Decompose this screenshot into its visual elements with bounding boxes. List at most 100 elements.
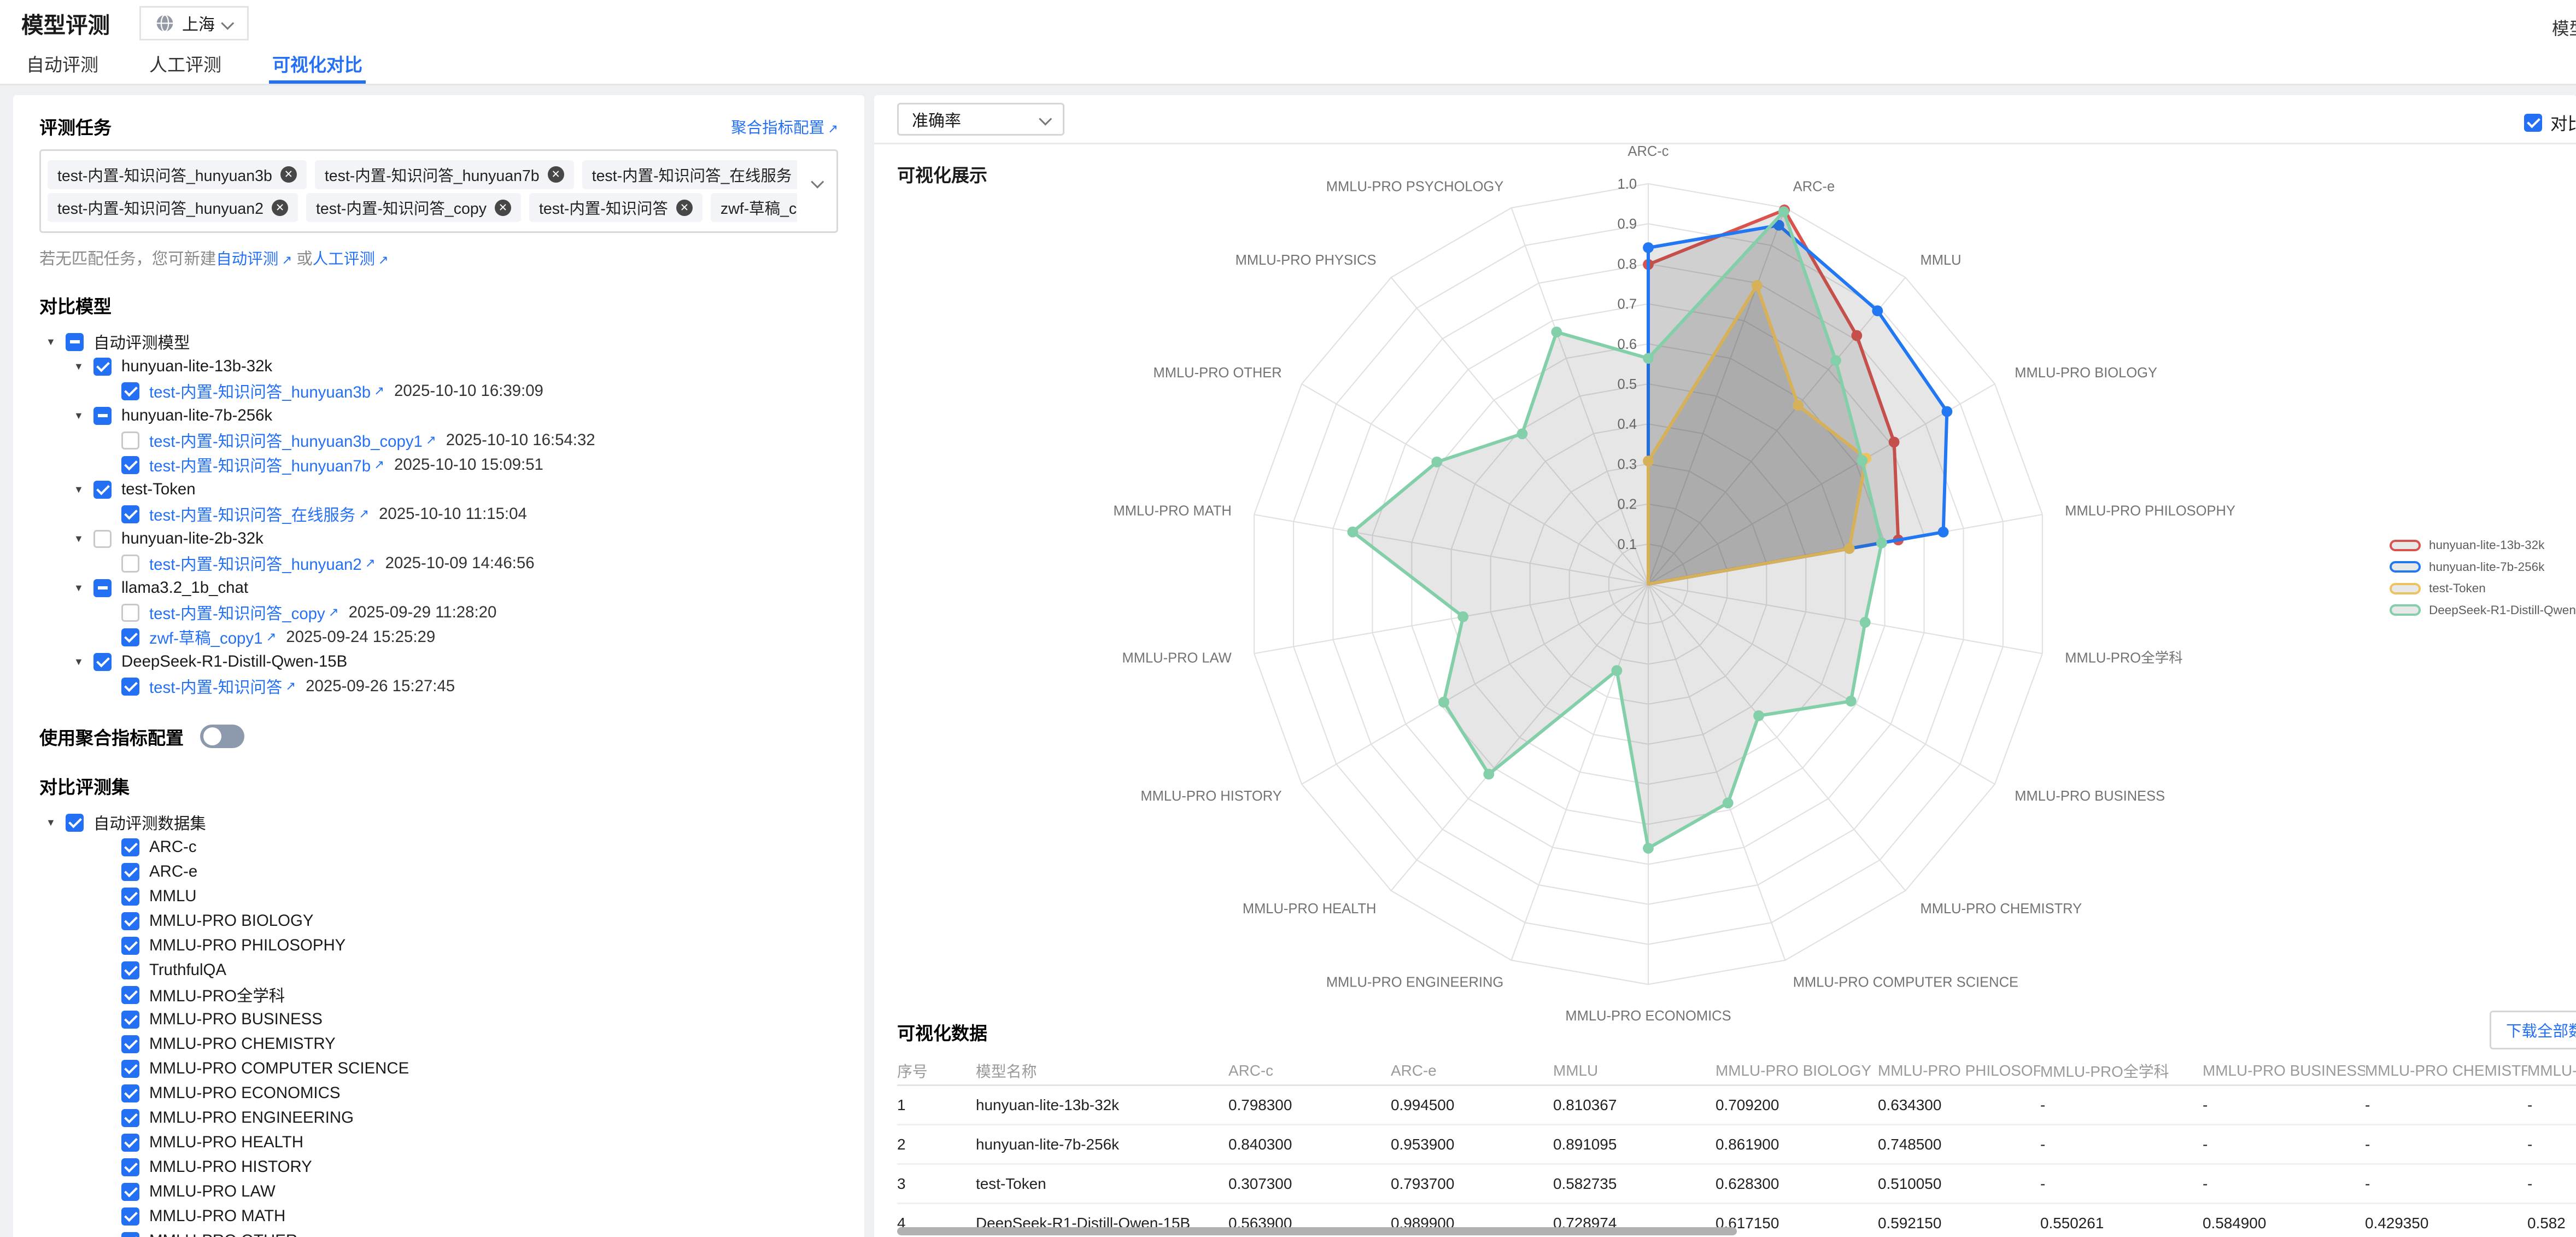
- tree-checkbox[interactable]: [121, 456, 139, 474]
- tree-checkbox[interactable]: [121, 937, 139, 955]
- tree-checkbox[interactable]: [121, 912, 139, 930]
- tree-label: MMLU-PRO HEALTH: [149, 1133, 303, 1152]
- task-tag[interactable]: test-内置-知识问答_在线服务✕: [582, 160, 797, 189]
- caret-down-icon[interactable]: ▼: [46, 817, 66, 828]
- task-link[interactable]: test-内置-知识问答_hunyuan3b: [149, 380, 371, 402]
- aggregate-toggle[interactable]: [200, 725, 244, 749]
- aggregate-config-link[interactable]: 聚合指标配置↗: [731, 115, 838, 138]
- new-auto-eval-link[interactable]: 自动评测↗: [216, 250, 292, 268]
- tree-checkbox[interactable]: [121, 1109, 139, 1127]
- chevron-down-icon: [811, 176, 823, 188]
- caret-down-icon[interactable]: ▼: [74, 656, 93, 668]
- task-tag[interactable]: test-内置-知识问答_copy✕: [306, 193, 521, 222]
- tree-label: DeepSeek-R1-Distill-Qwen-15B: [121, 652, 347, 671]
- caret-down-icon[interactable]: ▼: [74, 484, 93, 495]
- tree-checkbox[interactable]: [121, 1134, 139, 1152]
- tree-checkbox[interactable]: [93, 407, 112, 425]
- tree-checkbox[interactable]: [93, 579, 112, 597]
- tree-checkbox[interactable]: [121, 1158, 139, 1176]
- task-link[interactable]: test-内置-知识问答_copy: [149, 601, 325, 624]
- tree-checkbox[interactable]: [121, 1232, 139, 1237]
- region-selector[interactable]: 上海: [139, 6, 249, 40]
- legend-item[interactable]: DeepSeek-R1-Distill-Qwen-15B: [2390, 603, 2576, 617]
- tree-checkbox[interactable]: [121, 431, 139, 450]
- task-tag[interactable]: test-内置-知识问答_hunyuan3b✕: [48, 160, 307, 189]
- tree-checkbox[interactable]: [121, 888, 139, 906]
- task-tag[interactable]: test-内置-知识问答✕: [529, 193, 702, 222]
- task-link[interactable]: test-内置-知识问答_hunyuan7b: [149, 453, 371, 476]
- table-cell: 0.798300: [1228, 1096, 1391, 1114]
- remove-tag-icon[interactable]: ✕: [548, 166, 564, 183]
- tree-checkbox[interactable]: [121, 1084, 139, 1102]
- task-tag[interactable]: test-内置-知识问答_hunyuan2✕: [48, 193, 298, 222]
- tree-checkbox[interactable]: [121, 1207, 139, 1226]
- task-link[interactable]: test-内置-知识问答_在线服务: [149, 503, 355, 526]
- svg-text:MMLU-PRO PHYSICS: MMLU-PRO PHYSICS: [1236, 253, 1377, 268]
- tree-checkbox[interactable]: [121, 678, 139, 696]
- table-cell: 模型名称: [976, 1060, 1228, 1082]
- table-cell: 1: [897, 1096, 976, 1114]
- legend-item[interactable]: hunyuan-lite-7b-256k: [2390, 560, 2576, 574]
- tree-checkbox[interactable]: [93, 530, 112, 548]
- tree-checkbox[interactable]: [121, 382, 139, 400]
- tree-checkbox[interactable]: [121, 838, 139, 856]
- remove-tag-icon[interactable]: ✕: [272, 200, 288, 216]
- tree-label: MMLU: [149, 887, 197, 906]
- legend-item[interactable]: test-Token: [2390, 581, 2576, 596]
- header-right-link[interactable]: 模型: [2552, 15, 2576, 40]
- remove-tag-icon[interactable]: ✕: [676, 200, 693, 216]
- table-cell: hunyuan-lite-7b-256k: [976, 1136, 1228, 1153]
- tree-checkbox[interactable]: [121, 1011, 139, 1029]
- data-point: [1457, 611, 1468, 622]
- remove-tag-icon[interactable]: ✕: [495, 200, 511, 216]
- caret-down-icon[interactable]: ▼: [74, 582, 93, 594]
- tree-checkbox[interactable]: [121, 961, 139, 979]
- task-tag[interactable]: test-内置-知识问答_hunyuan7b✕: [315, 160, 574, 189]
- task-link[interactable]: test-内置-知识问答_hunyuan2: [149, 552, 362, 575]
- tree-row: MMLU-PRO COMPUTER SCIENCE: [39, 1057, 838, 1081]
- tree-checkbox[interactable]: [121, 863, 139, 881]
- tree-checkbox[interactable]: [121, 1035, 139, 1053]
- task-link[interactable]: test-内置-知识问答: [149, 675, 282, 698]
- tab-可视化对比[interactable]: 可视化对比: [269, 46, 366, 84]
- tree-checkbox[interactable]: [66, 333, 84, 351]
- task-link[interactable]: test-内置-知识问答_hunyuan3b_copy1: [149, 429, 423, 452]
- tree-checkbox[interactable]: [121, 986, 139, 1004]
- tree-checkbox[interactable]: [121, 505, 139, 523]
- data-point: [1938, 527, 1949, 538]
- caret-down-icon[interactable]: ▼: [74, 361, 93, 372]
- task-multiselect[interactable]: test-内置-知识问答_hunyuan3b✕ test-内置-知识问答_huny…: [39, 149, 838, 233]
- task-link[interactable]: zwf-草稿_copy1: [149, 626, 262, 649]
- task-timestamp: 2025-10-09 14:46:56: [385, 554, 535, 573]
- task-tag[interactable]: zwf-草稿_copy1✕: [711, 193, 797, 222]
- tab-人工评测[interactable]: 人工评测: [146, 46, 225, 84]
- tree-checkbox[interactable]: [121, 604, 139, 622]
- tree-checkbox[interactable]: [93, 358, 112, 376]
- tree-checkbox[interactable]: [66, 814, 84, 832]
- caret-down-icon[interactable]: ▼: [74, 410, 93, 422]
- tree-checkbox[interactable]: [121, 555, 139, 573]
- table-cell: 2: [897, 1136, 976, 1153]
- table-cell: 0.617150: [1716, 1215, 1878, 1232]
- table-cell: 0.584900: [2203, 1215, 2365, 1232]
- metric-select[interactable]: 准确率: [897, 103, 1064, 136]
- data-point: [1643, 843, 1654, 854]
- horizontal-scrollbar[interactable]: [897, 1227, 1737, 1235]
- tree-label: MMLU-PRO BUSINESS: [149, 1010, 323, 1029]
- caret-down-icon[interactable]: ▼: [74, 533, 93, 545]
- tree-checkbox[interactable]: [93, 653, 112, 671]
- tree-row: test-内置-知识问答_hunyuan3b↗2025-10-10 16:39:…: [39, 379, 838, 404]
- tree-checkbox[interactable]: [121, 628, 139, 646]
- compare-models-checkbox[interactable]: 对比模型: [2524, 110, 2576, 135]
- tree-checkbox[interactable]: [121, 1060, 139, 1078]
- tab-自动评测[interactable]: 自动评测: [23, 46, 102, 84]
- tree-checkbox[interactable]: [93, 481, 112, 499]
- tree-checkbox[interactable]: [121, 1183, 139, 1201]
- download-all-button[interactable]: 下载全部数据: [2490, 1011, 2576, 1049]
- table-cell: ARC-e: [1391, 1062, 1553, 1080]
- caret-down-icon[interactable]: ▼: [46, 336, 66, 348]
- remove-tag-icon[interactable]: ✕: [280, 166, 297, 183]
- legend-item[interactable]: hunyuan-lite-13b-32k: [2390, 538, 2576, 552]
- aggregate-toggle-label: 使用聚合指标配置: [39, 723, 184, 750]
- new-human-eval-link[interactable]: 人工评测↗: [313, 250, 389, 268]
